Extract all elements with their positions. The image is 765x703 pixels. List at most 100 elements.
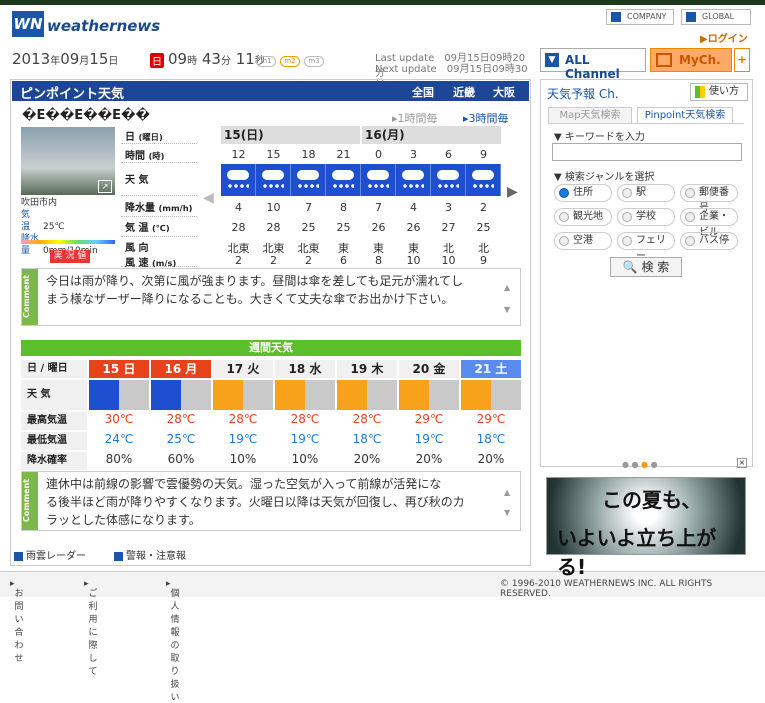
rain-icon bbox=[466, 164, 501, 196]
expand-icon[interactable]: ↗ bbox=[98, 180, 112, 193]
keyword-input[interactable] bbox=[552, 143, 742, 161]
genre-label: ▼ 検索ジャンルを選択 bbox=[554, 172, 655, 183]
weekly-header: 週間天気 bbox=[21, 340, 521, 356]
all-channel-button[interactable]: ▼ ALL Channel bbox=[540, 48, 646, 81]
scroll-up-icon[interactable]: ▲ bbox=[504, 283, 518, 292]
tab-map-search[interactable]: Map天気検索 bbox=[548, 107, 632, 123]
carousel-dots[interactable]: ● ● ● ● bbox=[622, 460, 658, 469]
hour-wind-speed: 2 bbox=[270, 254, 277, 267]
genre-radio[interactable]: 企業・ビル bbox=[680, 208, 738, 238]
pinpoint-header: ピンポイント天気 全国 近畿 大阪 bbox=[12, 81, 529, 102]
genre-radio[interactable]: フェリー bbox=[617, 232, 675, 262]
radio-icon bbox=[622, 236, 632, 246]
genre-radio[interactable]: 住所 bbox=[554, 184, 612, 202]
weekly-high: 28℃ bbox=[352, 412, 382, 426]
sun-cloud-icon bbox=[213, 380, 273, 410]
global-link[interactable]: GLOBAL bbox=[681, 9, 751, 25]
pill-m1[interactable]: m1 bbox=[256, 56, 276, 67]
radio-icon bbox=[685, 212, 695, 222]
rain-icon bbox=[396, 164, 431, 196]
channel-title: 天気予報 Ch. bbox=[547, 87, 619, 101]
weekly-low: 18℃ bbox=[476, 432, 506, 446]
dropdown-icon: ▼ bbox=[545, 53, 559, 67]
next-arrow-icon[interactable]: ▶ bbox=[507, 184, 519, 208]
magnifier-icon: 🔍 bbox=[622, 260, 638, 274]
hour-temp: 28 bbox=[266, 221, 281, 234]
comment-weekly: Comment 連休中は前線の影響で雲優勢の天気。湿った空気が入って前線が活発に… bbox=[21, 471, 521, 531]
terms-link[interactable]: ▸ ご利用に際して bbox=[84, 579, 98, 677]
weekly-high: 28℃ bbox=[228, 412, 258, 426]
logo-icon[interactable]: WN bbox=[12, 11, 44, 37]
hourly-weather-icons bbox=[221, 164, 501, 196]
region-osaka[interactable]: 大阪 bbox=[493, 84, 515, 100]
pill-m2[interactable]: m2 bbox=[280, 56, 300, 67]
hour-temp: 25 bbox=[476, 221, 491, 234]
rain-icon bbox=[221, 164, 256, 196]
hour-precip: 7 bbox=[305, 201, 312, 214]
weekly-pop: 20% bbox=[415, 452, 443, 466]
rain-radar-link[interactable]: 雨雲レーダー bbox=[14, 547, 86, 562]
contact-link[interactable]: ▸ お問い合わせ bbox=[10, 579, 24, 664]
hour-temp: 26 bbox=[406, 221, 421, 234]
hour-time: 18 bbox=[301, 148, 316, 161]
search-button[interactable]: 🔍 検 索 bbox=[610, 257, 682, 277]
prev-arrow-icon[interactable]: ◀ bbox=[203, 190, 214, 206]
pill-m3[interactable]: m3 bbox=[304, 56, 324, 67]
rain-icon bbox=[361, 164, 396, 196]
tv-icon bbox=[656, 53, 672, 67]
rain-sun-icon bbox=[151, 380, 211, 410]
hour-wind-speed: 8 bbox=[375, 254, 382, 267]
hour-time: 15 bbox=[266, 148, 281, 161]
hour-time: 21 bbox=[336, 148, 351, 161]
hour-wind-speed: 2 bbox=[235, 254, 242, 267]
hour-time: 3 bbox=[410, 148, 417, 161]
genre-radio[interactable]: 学校 bbox=[617, 208, 675, 226]
rain-cloud-icon bbox=[89, 380, 149, 410]
rain-icon bbox=[256, 164, 291, 196]
scroll-up-icon[interactable]: ▲ bbox=[504, 488, 518, 497]
sun-cloud-icon bbox=[337, 380, 397, 410]
hour-wind-speed: 9 bbox=[480, 254, 487, 267]
hour-precip: 2 bbox=[480, 201, 487, 214]
tab-divider bbox=[548, 123, 744, 124]
genre-radio[interactable]: 観光地 bbox=[554, 208, 612, 226]
genre-radio[interactable]: 駅 bbox=[617, 184, 675, 202]
hour-wind-speed: 2 bbox=[305, 254, 312, 267]
mych-button[interactable]: MyCh. bbox=[650, 48, 732, 72]
company-link[interactable]: COMPANY bbox=[606, 9, 674, 25]
pinpoint-title: ピンポイント天気 bbox=[20, 87, 125, 102]
weekly-pop: 10% bbox=[229, 452, 257, 466]
weekly-day-header: 19 木 bbox=[337, 360, 397, 378]
add-channel-button[interactable]: + bbox=[734, 48, 750, 72]
genre-radio[interactable]: バス停 bbox=[680, 232, 738, 250]
weekly-high: 28℃ bbox=[166, 412, 196, 426]
genre-radio[interactable]: 郵便番号 bbox=[680, 184, 738, 214]
logo-text[interactable]: weathernews bbox=[47, 17, 160, 35]
promo-banner[interactable]: この夏も、 いよいよ立ち上がる! bbox=[546, 477, 746, 579]
hour-temp: 25 bbox=[336, 221, 351, 234]
live-values-button[interactable]: 実 況 値 bbox=[50, 250, 90, 263]
hour-temp: 28 bbox=[231, 221, 246, 234]
beginner-icon bbox=[695, 86, 705, 98]
warnings-link[interactable]: 警報・注意報 bbox=[114, 547, 186, 562]
hour-wind-speed: 10 bbox=[441, 254, 456, 267]
scroll-down-icon[interactable]: ▼ bbox=[504, 508, 518, 517]
tab-pinpoint-search[interactable]: Pinpoint天気検索 bbox=[637, 107, 733, 123]
weekly-day-header: 16 月 bbox=[151, 360, 211, 378]
region-zenkoku[interactable]: 全国 bbox=[412, 84, 434, 100]
weekly-high: 30℃ bbox=[104, 412, 134, 426]
privacy-link[interactable]: ▸ 個人情報の取り扱い bbox=[166, 579, 180, 703]
sun-cloud-icon bbox=[399, 380, 459, 410]
hour-time: 0 bbox=[375, 148, 382, 161]
help-button[interactable]: 使い方 bbox=[690, 83, 748, 101]
login-link[interactable]: ▶ログイン bbox=[700, 30, 748, 45]
weekly-day-header: 17 火 bbox=[213, 360, 273, 378]
link-1hour[interactable]: ▸1時間毎 bbox=[392, 110, 438, 126]
weekly-day-header: 21 土 bbox=[461, 360, 521, 378]
close-icon[interactable]: × bbox=[737, 458, 747, 468]
link-3hour[interactable]: ▸3時間毎 bbox=[463, 110, 509, 126]
day-header-15: 15(日) bbox=[221, 126, 360, 144]
genre-radio[interactable]: 空港 bbox=[554, 232, 612, 250]
scroll-down-icon[interactable]: ▼ bbox=[504, 305, 518, 314]
region-kinki[interactable]: 近畿 bbox=[453, 84, 475, 100]
